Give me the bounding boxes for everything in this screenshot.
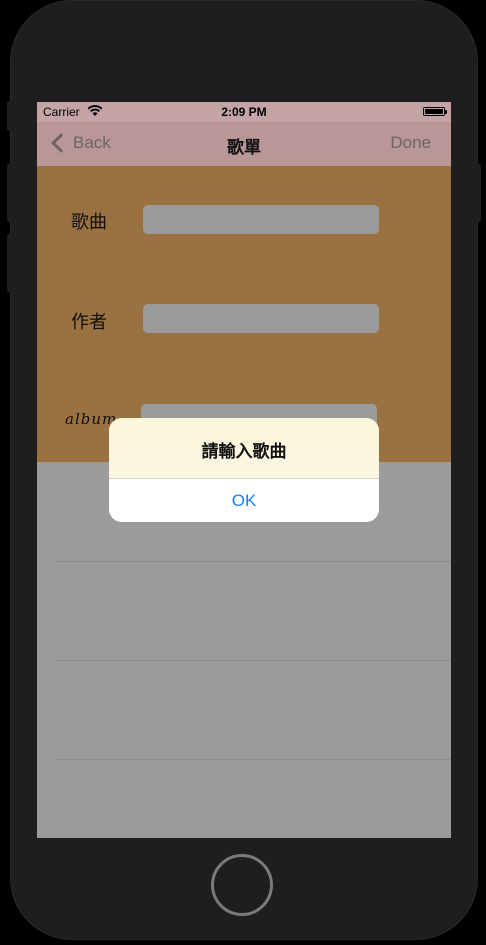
status-bar: Carrier 2:09 PM: [37, 102, 451, 122]
page-title: 歌單: [227, 138, 261, 157]
row-separator: [55, 660, 451, 661]
phone-screen: Carrier 2:09 PM Back 歌單 Done 歌曲 作者 album: [37, 102, 451, 838]
mute-switch: [7, 101, 12, 131]
status-time: 2:09 PM: [221, 105, 267, 119]
home-button[interactable]: [211, 854, 273, 916]
song-input[interactable]: [143, 205, 379, 234]
alert-dialog: 請輸入歌曲 OK: [109, 418, 379, 522]
row-separator: [55, 759, 451, 760]
navigation-bar: Back 歌單 Done: [37, 122, 451, 166]
battery-icon: [423, 107, 447, 116]
author-input[interactable]: [143, 304, 379, 333]
row-separator: [55, 561, 451, 562]
song-label: 歌曲: [71, 212, 107, 233]
volume-down-button: [7, 234, 12, 292]
power-button: [476, 164, 481, 222]
author-label: 作者: [71, 312, 107, 333]
ok-button[interactable]: OK: [109, 479, 379, 522]
done-button[interactable]: Done: [390, 133, 431, 153]
volume-up-button: [7, 164, 12, 222]
alert-title: 請輸入歌曲: [201, 442, 287, 461]
